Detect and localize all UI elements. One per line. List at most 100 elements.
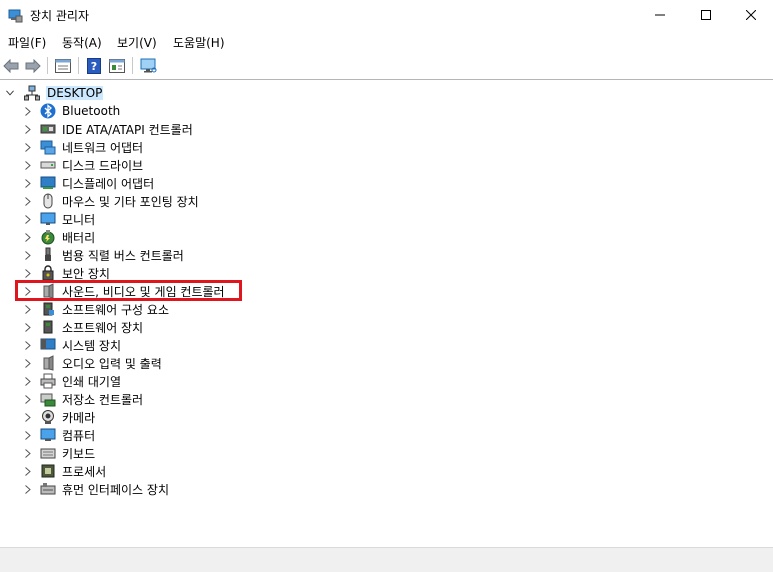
tree-item-label: 시스템 장치 [62, 338, 122, 353]
tree-root-desktop[interactable]: DESKTOP [6, 84, 104, 102]
display-adapter-icon [40, 175, 56, 191]
chevron-right-icon[interactable] [24, 232, 32, 242]
scan-monitor-icon [140, 58, 157, 72]
tree-item[interactable]: 오디오 입력 및 출력 [24, 354, 162, 372]
camera-icon [40, 409, 56, 425]
software-component-icon [40, 301, 56, 317]
chevron-right-icon[interactable] [24, 268, 32, 278]
tree-item-label: 네트워크 어댑터 [62, 140, 144, 155]
tree-item-label: 카메라 [62, 410, 96, 425]
chevron-right-icon[interactable] [24, 304, 32, 314]
chevron-right-icon[interactable] [24, 448, 32, 458]
chevron-right-icon[interactable] [24, 430, 32, 440]
tree-item-label: 범용 직렬 버스 컨트롤러 [62, 248, 184, 263]
hid-icon [40, 481, 56, 497]
tree-item[interactable]: IDE ATA/ATAPI 컨트롤러 [24, 120, 193, 138]
tree-item[interactable]: 모니터 [24, 210, 95, 228]
scan-hardware-button[interactable] [139, 56, 159, 75]
chevron-right-icon[interactable] [24, 412, 32, 422]
menu-bar: 파일(F) 동작(A) 보기(V) 도움말(H) [0, 30, 773, 53]
chevron-down-icon[interactable] [6, 89, 14, 97]
tree-item[interactable]: 카메라 [24, 408, 95, 426]
chevron-right-icon[interactable] [24, 358, 32, 368]
ide-controller-icon [40, 121, 56, 137]
toolbar: ? [0, 52, 773, 80]
tree-item[interactable]: Bluetooth [24, 102, 120, 120]
properties-view-button[interactable] [53, 56, 73, 75]
chevron-right-icon[interactable] [24, 160, 32, 170]
tree-item-label: 마우스 및 기타 포인팅 장치 [62, 194, 199, 209]
system-device-icon [40, 337, 56, 353]
tree-item-label: Bluetooth [62, 104, 121, 118]
svg-text:?: ? [91, 60, 97, 73]
help-button[interactable]: ? [84, 56, 104, 75]
menu-file[interactable]: 파일(F) [8, 34, 46, 51]
chevron-right-icon[interactable] [24, 484, 32, 494]
chevron-right-icon[interactable] [24, 142, 32, 152]
tree-item[interactable]: 저장소 컨트롤러 [24, 390, 143, 408]
maximize-button[interactable] [683, 0, 729, 30]
battery-icon [40, 229, 56, 245]
back-button[interactable] [1, 56, 21, 75]
tree-item-label: 소프트웨어 장치 [62, 320, 144, 335]
tree-item[interactable]: 배터리 [24, 228, 95, 246]
update-driver-button[interactable] [107, 56, 127, 75]
tree-item-label: 보안 장치 [62, 266, 110, 281]
toolbar-separator [78, 57, 79, 74]
audio-io-icon [40, 355, 56, 371]
menu-help[interactable]: 도움말(H) [173, 34, 225, 51]
bluetooth-icon [40, 103, 56, 119]
device-manager-app-icon [7, 7, 23, 23]
properties-icon [55, 58, 71, 73]
tree-item-label: 소프트웨어 구성 요소 [62, 302, 169, 317]
computer-network-icon [24, 85, 40, 101]
window-title: 장치 관리자 [30, 9, 90, 23]
menu-view[interactable]: 보기(V) [117, 34, 157, 51]
chevron-right-icon[interactable] [24, 322, 32, 332]
network-adapter-icon [40, 139, 56, 155]
chevron-right-icon[interactable] [24, 376, 32, 386]
chevron-right-icon[interactable] [24, 250, 32, 260]
help-icon: ? [87, 57, 101, 74]
tree-item[interactable]: 디스플레이 어댑터 [24, 174, 154, 192]
close-button[interactable] [728, 0, 773, 30]
monitor-icon [40, 211, 56, 227]
tree-item-label: 오디오 입력 및 출력 [62, 356, 162, 371]
tree-item[interactable]: 소프트웨어 장치 [24, 318, 143, 336]
tree-item[interactable]: 네트워크 어댑터 [24, 138, 143, 156]
chevron-right-icon[interactable] [24, 178, 32, 188]
tree-item-label: 인쇄 대기열 [62, 374, 122, 389]
title-bar: 장치 관리자 [0, 0, 773, 30]
chevron-right-icon[interactable] [24, 124, 32, 134]
tree-item[interactable]: 컴퓨터 [24, 426, 95, 444]
tree-root-label: DESKTOP [46, 86, 104, 100]
chevron-right-icon[interactable] [24, 394, 32, 404]
menu-action[interactable]: 동작(A) [62, 34, 102, 51]
tree-item[interactable]: 휴먼 인터페이스 장치 [24, 480, 169, 498]
toolbar-separator [47, 57, 48, 74]
tree-item[interactable]: 프로세서 [24, 462, 106, 480]
software-device-icon [40, 319, 56, 335]
chevron-right-icon[interactable] [24, 106, 32, 116]
tree-item[interactable]: 키보드 [24, 444, 95, 462]
tree-item-label: 프로세서 [62, 464, 107, 479]
toolbar-separator [132, 57, 133, 74]
chevron-right-icon[interactable] [24, 214, 32, 224]
chevron-right-icon[interactable] [24, 340, 32, 350]
processor-icon [40, 463, 56, 479]
tree-item[interactable]: 인쇄 대기열 [24, 372, 121, 390]
forward-button[interactable] [23, 56, 43, 75]
tree-item-label: 배터리 [62, 230, 96, 245]
usb-icon [40, 247, 56, 263]
tree-item[interactable]: 마우스 및 기타 포인팅 장치 [24, 192, 199, 210]
tree-item-label: 디스플레이 어댑터 [62, 176, 155, 191]
tree-item-label: 디스크 드라이브 [62, 158, 144, 173]
tree-item[interactable]: 디스크 드라이브 [24, 156, 143, 174]
chevron-right-icon[interactable] [24, 196, 32, 206]
device-window-icon [109, 58, 125, 73]
minimize-button[interactable] [637, 0, 683, 30]
tree-item[interactable]: 소프트웨어 구성 요소 [24, 300, 169, 318]
tree-item[interactable]: 범용 직렬 버스 컨트롤러 [24, 246, 184, 264]
chevron-right-icon[interactable] [24, 466, 32, 476]
tree-item[interactable]: 시스템 장치 [24, 336, 121, 354]
